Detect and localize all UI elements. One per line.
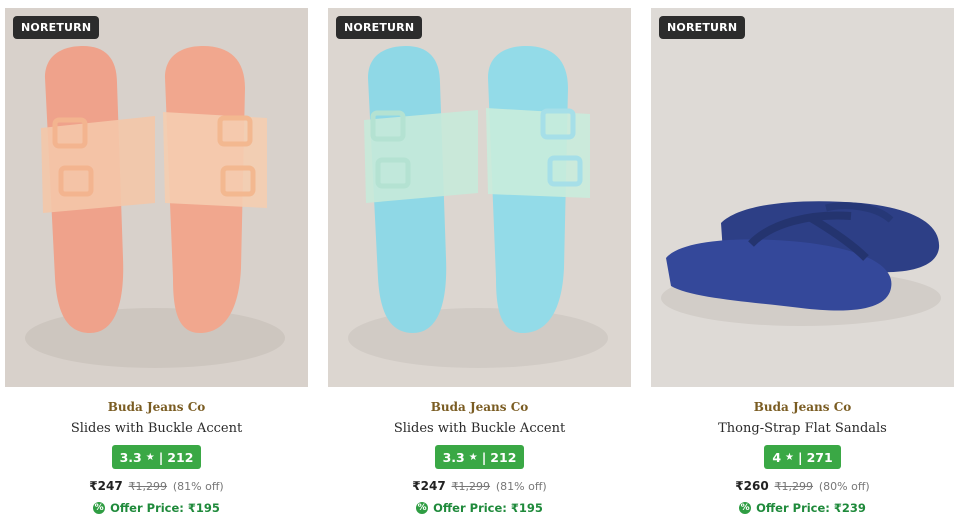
offer-price-label: Offer Price: ₹239 (756, 501, 866, 515)
price: ₹247 (412, 479, 446, 493)
product-card[interactable]: NORETURN Buda Jeans Co Thong-Strap Flat … (651, 8, 954, 518)
product-card[interactable]: NORETURN Buda Jeans Co Slides with Buckl… (328, 8, 631, 518)
brand-name[interactable]: Buda Jeans Co (5, 399, 308, 415)
discount: (81% off) (172, 480, 224, 493)
aqua-slides-image (328, 8, 631, 387)
mrp: ₹1,299 (774, 480, 814, 493)
offer-price: % Offer Price: ₹195 (416, 500, 543, 516)
rating-separator: | (798, 449, 803, 465)
price: ₹247 (89, 479, 123, 493)
tag-icon: % (93, 502, 106, 514)
product-image[interactable]: NORETURN (651, 8, 954, 387)
rating-count: 271 (806, 449, 833, 465)
tag-icon: % (416, 502, 429, 514)
rating-separator: | (481, 449, 487, 465)
rating-badge: 3.3 ★ | 212 (111, 445, 202, 469)
peach-slides-image (5, 8, 308, 387)
noreturn-badge: NORETURN (336, 16, 423, 39)
product-image[interactable]: NORETURN (328, 8, 631, 387)
rating-badge: 4 ★ | 271 (764, 445, 841, 469)
noreturn-badge: NORETURN (659, 16, 746, 39)
price-row: ₹260 ₹1,299 (80% off) (651, 478, 954, 494)
product-image[interactable]: NORETURN (5, 8, 308, 387)
star-icon: ★ (785, 451, 794, 463)
rating-value: 3.3 (119, 449, 142, 465)
product-card[interactable]: NORETURN Buda Jeans Co Slides with Buckl… (5, 8, 308, 518)
product-grid: NORETURN Buda Jeans Co Slides with Buckl… (0, 0, 966, 524)
rating-separator: | (158, 449, 164, 465)
brand-name[interactable]: Buda Jeans Co (651, 399, 954, 415)
price-row: ₹247 ₹1,299 (81% off) (5, 478, 308, 494)
rating-count: 212 (490, 449, 517, 465)
discount: (80% off) (818, 480, 870, 493)
noreturn-badge: NORETURN (13, 16, 100, 39)
price: ₹260 (735, 479, 769, 493)
mrp: ₹1,299 (128, 480, 168, 493)
star-icon: ★ (468, 451, 478, 463)
product-title[interactable]: Slides with Buckle Accent (5, 420, 308, 438)
offer-price-label: Offer Price: ₹195 (433, 501, 543, 515)
tag-icon: % (739, 502, 752, 514)
discount: (81% off) (495, 480, 547, 493)
price-row: ₹247 ₹1,299 (81% off) (328, 478, 631, 494)
rating-value: 4 (772, 449, 782, 465)
rating-count: 212 (167, 449, 194, 465)
offer-price: % Offer Price: ₹195 (93, 500, 220, 516)
rating-value: 3.3 (442, 449, 465, 465)
product-title[interactable]: Thong-Strap Flat Sandals (651, 420, 954, 438)
rating-badge: 3.3 ★ | 212 (434, 445, 525, 469)
offer-price: % Offer Price: ₹239 (739, 500, 866, 516)
mrp: ₹1,299 (451, 480, 491, 493)
offer-price-label: Offer Price: ₹195 (110, 501, 220, 515)
navy-thong-sandals-image (651, 8, 954, 387)
brand-name[interactable]: Buda Jeans Co (328, 399, 631, 415)
product-title[interactable]: Slides with Buckle Accent (328, 420, 631, 438)
star-icon: ★ (145, 451, 155, 463)
